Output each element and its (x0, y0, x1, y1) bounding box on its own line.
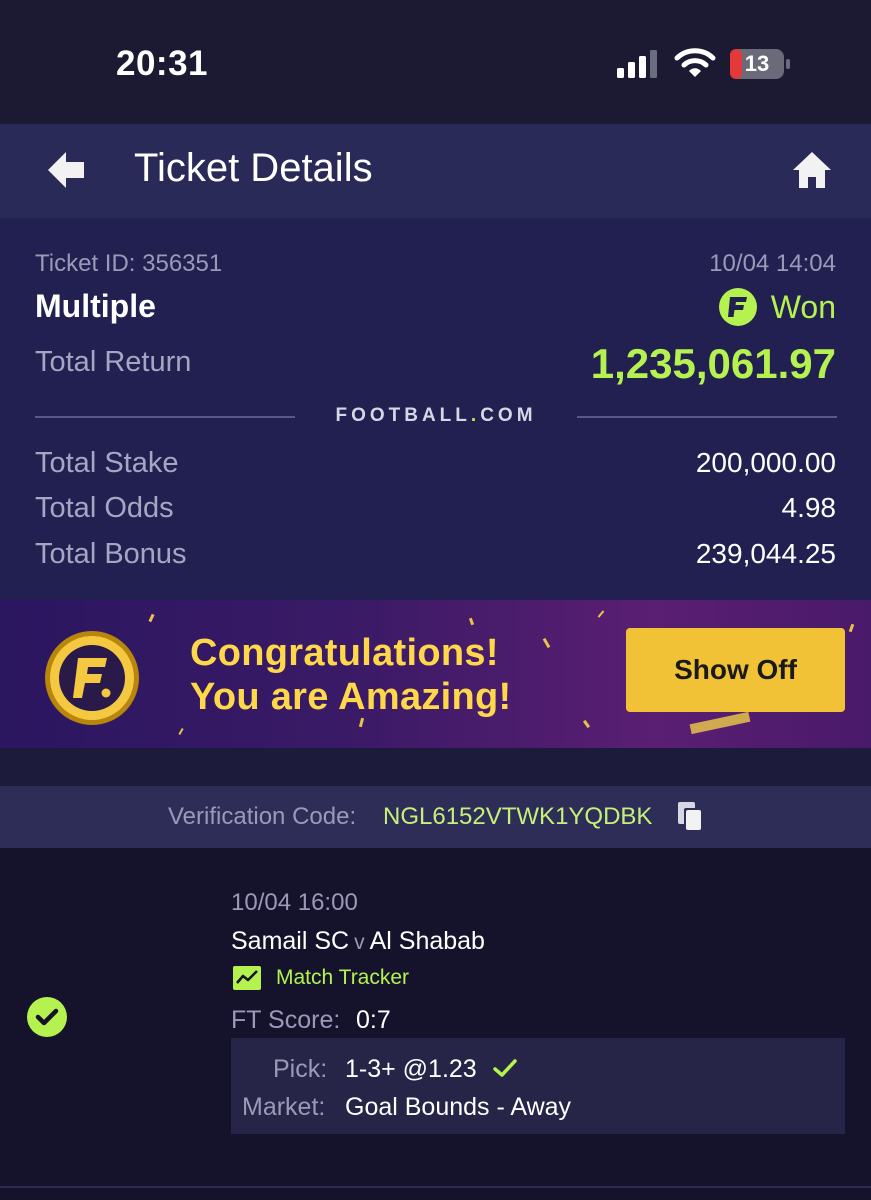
ticket-date: 10/04 14:04 (709, 250, 836, 277)
bet-type: Multiple (35, 288, 156, 324)
total-odds-label: Total Odds (35, 492, 174, 524)
ticket-id: Ticket ID: 356351 (35, 250, 223, 277)
away-team: Al Shabab (369, 927, 485, 955)
match-card (0, 848, 871, 1188)
congrats-subtitle: You are Amazing! (190, 676, 512, 718)
status-text: Won (770, 288, 836, 325)
back-arrow-icon[interactable] (44, 148, 88, 192)
divider (577, 416, 837, 418)
total-bonus-label: Total Bonus (35, 538, 187, 570)
total-stake-label: Total Stake (35, 447, 179, 479)
signal-icon (617, 50, 657, 78)
copy-icon[interactable] (676, 800, 704, 832)
total-return-value: 1,235,061.97 (590, 340, 836, 387)
match-tracker-link[interactable]: Match Tracker (276, 966, 409, 990)
sparkle-decoration (597, 610, 605, 618)
page-title: Ticket Details (134, 146, 373, 190)
pick-value: 1-3+ @1.23 (345, 1055, 477, 1083)
congrats-title: Congratulations! (190, 632, 499, 674)
divider (35, 416, 295, 418)
market-label: Market: (242, 1093, 326, 1121)
home-icon[interactable] (791, 150, 833, 190)
match-tracker-icon[interactable] (233, 966, 261, 990)
status-badge: Won (718, 287, 836, 327)
total-stake-value: 200,000.00 (695, 447, 836, 478)
checkmark-icon (493, 1059, 517, 1077)
sparkle-decoration (468, 617, 475, 626)
vs-label: v (354, 931, 365, 954)
verification-code: NGL6152VTWK1YQDBK (383, 803, 653, 830)
wifi-icon (674, 48, 716, 77)
home-team: Samail SC (231, 927, 350, 955)
sparkle-decoration (148, 613, 155, 623)
ft-score-label: FT Score: (231, 1006, 341, 1034)
football-logo-icon (718, 288, 757, 326)
total-bonus-value: 239,044.25 (695, 538, 836, 569)
sparkle-decoration (582, 719, 591, 729)
check-circle-icon (27, 997, 67, 1037)
show-off-button[interactable]: Show Off (626, 628, 845, 712)
match-date: 10/04 16:00 (231, 889, 358, 916)
ribbon-decoration (689, 711, 751, 735)
sparkle-decoration (542, 637, 551, 649)
verification-label: Verification Code: (168, 803, 357, 830)
total-return-label: Total Return (35, 346, 192, 378)
match-teams: Samail SC v Al Shabab (231, 927, 485, 956)
sparkle-decoration (178, 727, 184, 736)
status-time: 20:31 (116, 44, 209, 83)
total-odds-value: 4.98 (781, 492, 837, 523)
battery-level: 13 (744, 51, 770, 76)
brand-logo: FOOTBALL.COM (335, 405, 537, 426)
divider (0, 1186, 871, 1188)
ft-score-value: 0:7 (356, 1006, 391, 1034)
pick-label: Pick: (273, 1055, 328, 1083)
market-value: Goal Bounds - Away (345, 1093, 572, 1121)
app-header (0, 124, 871, 218)
sparkle-decoration (848, 623, 855, 633)
section-gap (0, 748, 871, 786)
coin-logo-icon (45, 631, 139, 725)
sparkle-decoration (358, 717, 365, 728)
